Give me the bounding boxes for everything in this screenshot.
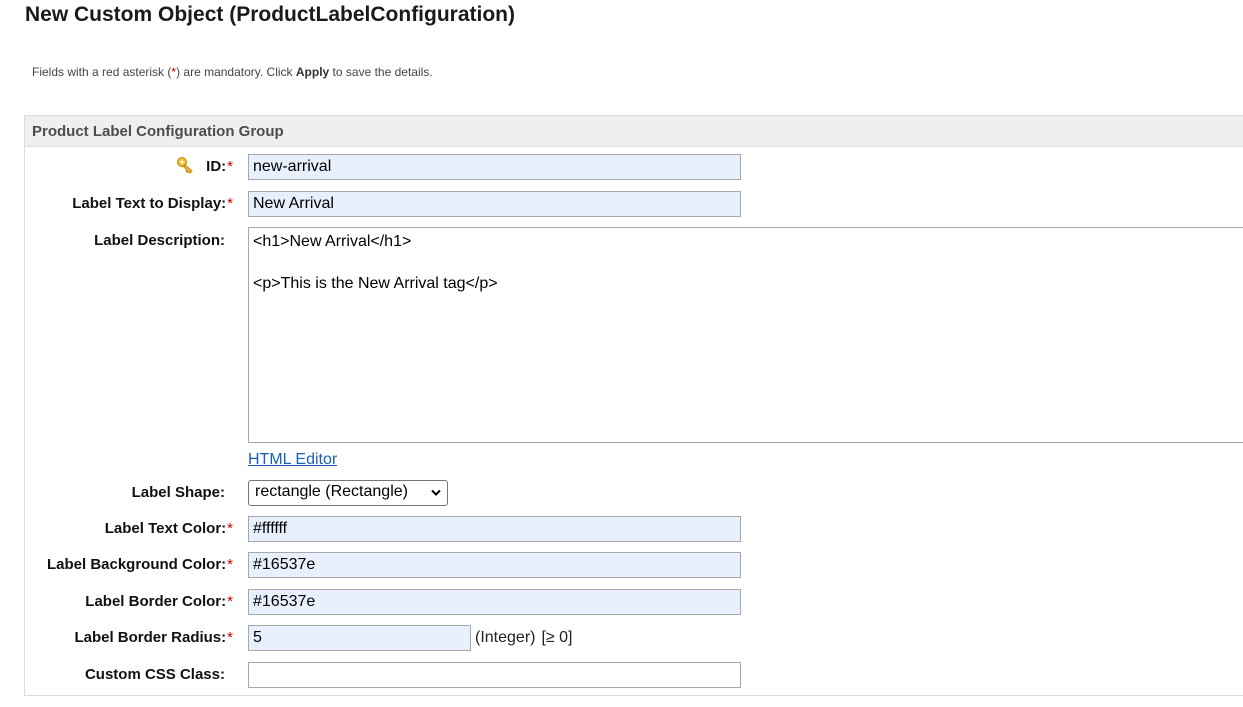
custom-css-class-field[interactable] [248,662,741,688]
required-marker: * [227,593,233,610]
custom-css-class-label: Custom CSS Class: [84,666,225,683]
hint-text-start: Fields with a red asterisk ( [32,65,172,79]
html-editor-link[interactable]: HTML Editor [248,451,337,469]
mandatory-hint: Fields with a red asterisk (*) are manda… [32,65,433,79]
range-hint: [≥ 0] [541,629,573,646]
hint-text-end: to save the details. [329,65,433,79]
label-background-color-field[interactable] [248,552,741,578]
required-marker: * [227,195,233,212]
label-text-field[interactable] [248,191,741,217]
label-text-label: Label Text to Display:* [72,195,233,212]
hint-apply: Apply [295,65,330,79]
label-text-color-label: Label Text Color:* [104,520,233,537]
label-shape-selected: rectangle (Rectangle) [255,483,408,500]
label-background-color-label: Label Background Color:* [46,556,233,573]
label-border-color-label: Label Border Color:* [85,593,233,610]
required-marker: * [227,556,233,573]
chevron-down-icon [431,489,441,496]
id-label: ID:* [206,158,233,175]
integer-type-hint: (Integer) [475,629,536,646]
required-marker: * [227,158,233,175]
group-header: Product Label Configuration Group [25,115,1243,147]
id-field[interactable] [248,154,741,180]
label-shape-select[interactable]: rectangle (Rectangle) [248,480,448,506]
label-shape-label: Label Shape: [131,484,225,501]
group-title: Product Label Configuration Group [32,123,284,140]
key-icon [177,157,193,174]
label-text-color-field[interactable] [248,516,741,542]
label-border-radius-label: Label Border Radius:* [74,629,233,646]
hint-text-middle: ) are mandatory. Click [176,65,296,79]
border-radius-hint: (Integer) [≥ 0] [475,629,572,647]
required-marker: * [227,520,233,537]
page: New Custom Object (ProductLabelConfigura… [0,0,1243,707]
label-description-label: Label Description: [94,232,225,249]
required-marker: * [227,629,233,646]
label-border-radius-field[interactable] [248,625,471,651]
label-description-textarea[interactable]: <h1>New Arrival</h1> <p>This is the New … [248,227,1243,443]
label-border-color-field[interactable] [248,589,741,615]
page-title: New Custom Object (ProductLabelConfigura… [25,3,516,26]
